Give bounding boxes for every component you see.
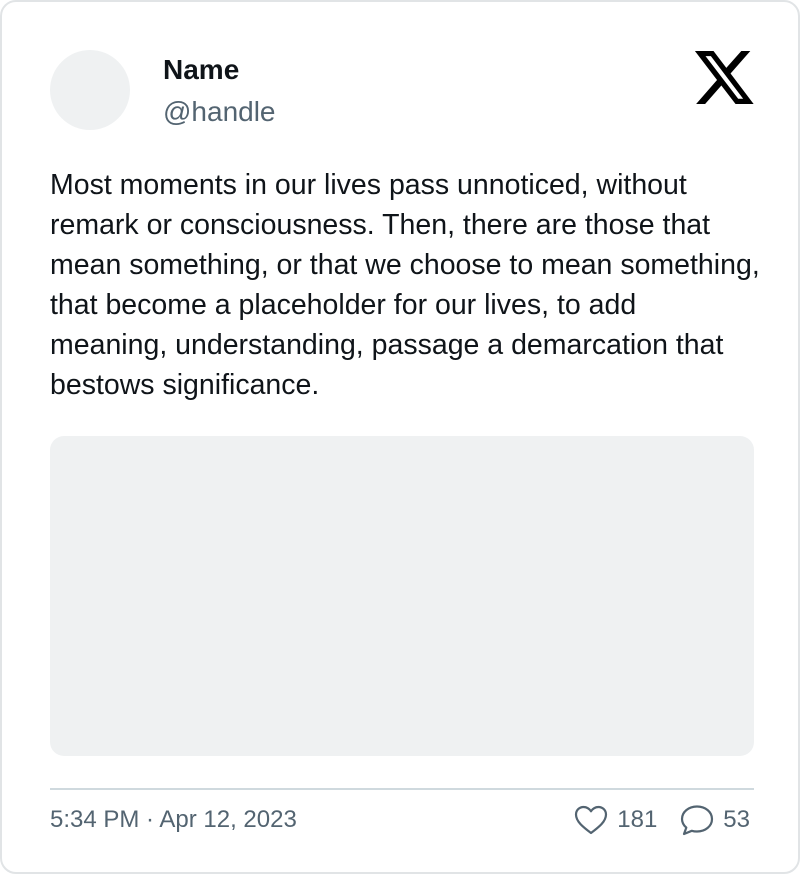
tweet-card: Name @handle Most moments in our lives p…: [0, 0, 800, 874]
author-handle[interactable]: @handle: [163, 95, 276, 129]
media-placeholder[interactable]: [50, 436, 754, 756]
reply-bubble-icon[interactable]: [679, 802, 715, 838]
like-stat[interactable]: 181: [573, 802, 657, 838]
reply-count: 53: [723, 806, 750, 833]
x-logo-icon[interactable]: [695, 51, 754, 104]
author-name[interactable]: Name: [163, 53, 239, 87]
engagement-stats: 181 53: [573, 802, 750, 838]
like-count: 181: [617, 806, 658, 833]
heart-icon[interactable]: [573, 802, 609, 838]
reply-stat[interactable]: 53: [679, 802, 750, 838]
tweet-timestamp[interactable]: 5:34 PM · Apr 12, 2023: [50, 805, 297, 835]
avatar[interactable]: [50, 50, 130, 130]
tweet-text: Most moments in our lives pass unnoticed…: [50, 169, 760, 401]
footer-divider: [50, 788, 754, 790]
